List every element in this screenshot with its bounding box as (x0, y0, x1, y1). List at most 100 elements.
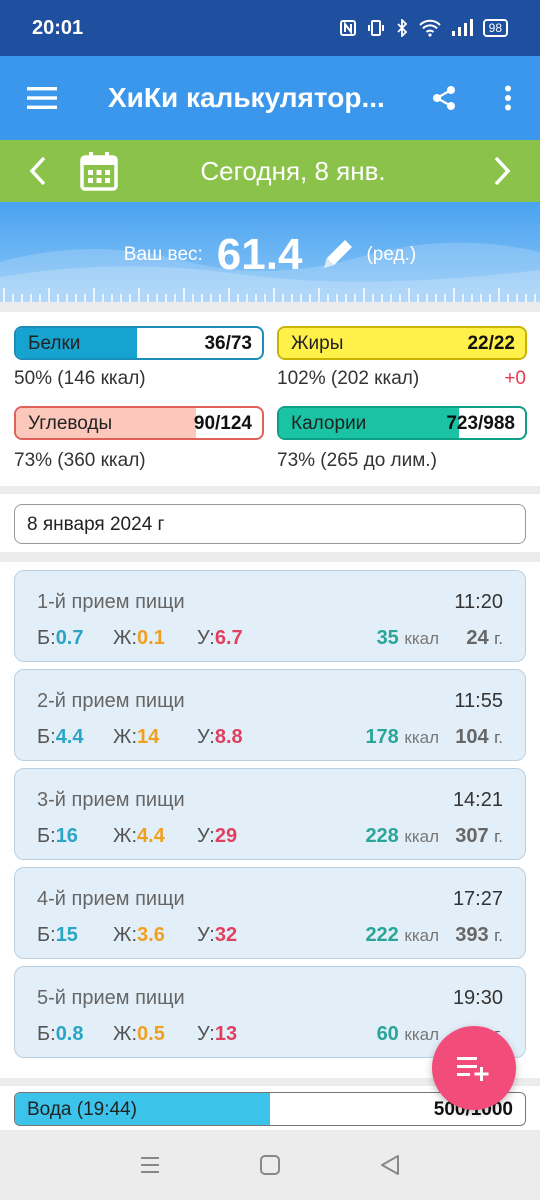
fat-prefix: Ж: (113, 924, 138, 946)
protein-amount: 15 (55, 924, 78, 946)
fat-amount: 0.1 (137, 627, 165, 649)
meal-carbs: У:6.7 (197, 627, 243, 650)
meal-grams: 307 г. (455, 825, 503, 848)
carbs-amount: 6.7 (214, 627, 243, 649)
carbs-amount: 8.8 (214, 726, 243, 748)
prev-day-button[interactable] (0, 140, 76, 202)
meal-card[interactable]: 3-й прием пищи 14:21 Б:16 Ж:4.4 У:29 228 ккал… (14, 768, 526, 860)
date-card: 8 января 2024 г (0, 494, 540, 552)
add-to-list-icon (457, 1057, 489, 1081)
kcal-unit: ккал (404, 926, 439, 945)
carbs-bar[interactable]: Углеводы 90/124 (14, 406, 264, 440)
calories-bar[interactable]: Калории 723/988 (277, 406, 527, 440)
meal-time: 11:20 (454, 591, 503, 613)
meal-grams: 393 г. (455, 924, 503, 947)
meal-grams: 104 г. (455, 726, 503, 749)
add-meal-fab[interactable] (432, 1026, 516, 1110)
fat-extra: +0 (504, 368, 526, 389)
kcal-amount: 35 (376, 627, 399, 649)
recent-apps-icon (141, 1157, 159, 1173)
protein-amount: 0.8 (55, 1023, 84, 1045)
menu-button[interactable] (0, 56, 84, 140)
meal-kcal: 178 ккал (365, 726, 439, 749)
calendar-button[interactable] (76, 151, 122, 191)
meal-protein: Б:0.8 (37, 1023, 84, 1046)
meal-time: 11:55 (454, 690, 503, 712)
meal-carbs: У:32 (197, 924, 237, 947)
weight-label: Ваш вес: (123, 244, 203, 265)
fat-prefix: Ж: (113, 825, 138, 847)
next-day-button[interactable] (464, 140, 540, 202)
weight-value: 61.4 (216, 230, 303, 279)
weight-panel: Ваш вес: 61.4 (ред.) (0, 202, 540, 302)
battery-icon: 98 (482, 19, 508, 37)
fat-prefix: Ж: (113, 726, 138, 748)
meal-name: 2-й прием пищи (37, 690, 185, 712)
edit-weight-button[interactable]: (ред.) (318, 236, 416, 274)
status-icons: 98 (339, 19, 508, 37)
grams-amount: 393 (455, 924, 489, 946)
meal-name: 5-й прием пищи (37, 987, 185, 1009)
date-field[interactable]: 8 января 2024 г (14, 504, 526, 544)
meal-time: 19:30 (452, 987, 503, 1009)
fat-bar[interactable]: Жиры 22/22 (277, 326, 527, 360)
more-button[interactable] (476, 56, 540, 140)
fat-name: Жиры (291, 333, 344, 354)
nfc-icon (339, 20, 356, 36)
app-bar: ХиКи калькулятор... (0, 56, 540, 140)
carbs-amount: 13 (214, 1023, 238, 1045)
gram-unit: г. (494, 728, 503, 747)
water-name: Вода (19:44) (27, 1099, 137, 1120)
meal-name: 1-й прием пищи (37, 591, 185, 613)
recent-apps-button[interactable] (120, 1135, 180, 1195)
status-bar: 20:01 98 (0, 0, 540, 56)
chevron-left-icon (29, 156, 46, 186)
fat-prefix: Ж: (113, 627, 138, 649)
protein-prefix: Б: (37, 825, 56, 847)
share-icon (433, 86, 455, 110)
meal-protein: Б:15 (37, 924, 78, 947)
meal-time: 17:27 (452, 888, 503, 910)
fat-amount: 3.6 (137, 924, 165, 946)
wifi-icon (418, 19, 441, 37)
meal-kcal: 35 ккал (377, 627, 439, 650)
home-button[interactable] (240, 1135, 300, 1195)
meal-kcal: 228 ккал (365, 825, 439, 848)
macros-card: Белки 36/73 50% (146 ккал) Жиры 22/22 10… (0, 312, 540, 486)
calories-sub: 73% (265 до лим.) (277, 450, 437, 471)
meal-carbs: У:29 (197, 825, 237, 848)
meal-fat: Ж:3.6 (113, 924, 165, 947)
fat-sub: 102% (202 ккал) (277, 368, 420, 389)
current-date-label[interactable]: Сегодня, 8 янв. (122, 156, 464, 187)
date-bar: Сегодня, 8 янв. (0, 140, 540, 202)
meal-card[interactable]: 4-й прием пищи 17:27 Б:15 Ж:3.6 У:32 222 ккал… (14, 867, 526, 959)
fat-prefix: Ж: (113, 1023, 138, 1045)
grams-amount: 104 (455, 726, 489, 748)
protein-prefix: Б: (37, 1023, 56, 1045)
meal-time: 14:21 (452, 789, 503, 811)
protein-bar[interactable]: Белки 36/73 (14, 326, 264, 360)
more-icon (505, 85, 511, 111)
carbs-prefix: У: (197, 627, 215, 649)
protein-amount: 0.7 (55, 627, 84, 649)
menu-icon (27, 87, 57, 109)
meal-name: 4-й прием пищи (37, 888, 185, 910)
carbs-prefix: У: (197, 924, 215, 946)
meal-protein: Б:0.7 (37, 627, 84, 650)
edit-weight-label: (ред.) (366, 244, 417, 265)
protein-amount: 4.4 (55, 726, 84, 748)
carbs-amount: 29 (214, 825, 238, 847)
protein-sub: 50% (146 ккал) (14, 368, 146, 389)
grams-amount: 24 (466, 627, 489, 649)
status-time: 20:01 (32, 16, 84, 39)
kcal-amount: 178 (365, 726, 399, 748)
pencil-icon (324, 240, 353, 268)
meal-card[interactable]: 1-й прием пищи 11:20 Б:0.7 Ж:0.1 У:6.7 35 кка… (14, 570, 526, 662)
meal-protein: Б:16 (37, 825, 78, 848)
gram-unit: г. (494, 926, 503, 945)
back-button[interactable] (360, 1135, 420, 1195)
share-button[interactable] (412, 56, 476, 140)
kcal-unit: ккал (404, 1025, 439, 1044)
meal-card[interactable]: 2-й прием пищи 11:55 Б:4.4 Ж:14 У:8.8 178 кка… (14, 669, 526, 761)
kcal-amount: 60 (376, 1023, 399, 1045)
